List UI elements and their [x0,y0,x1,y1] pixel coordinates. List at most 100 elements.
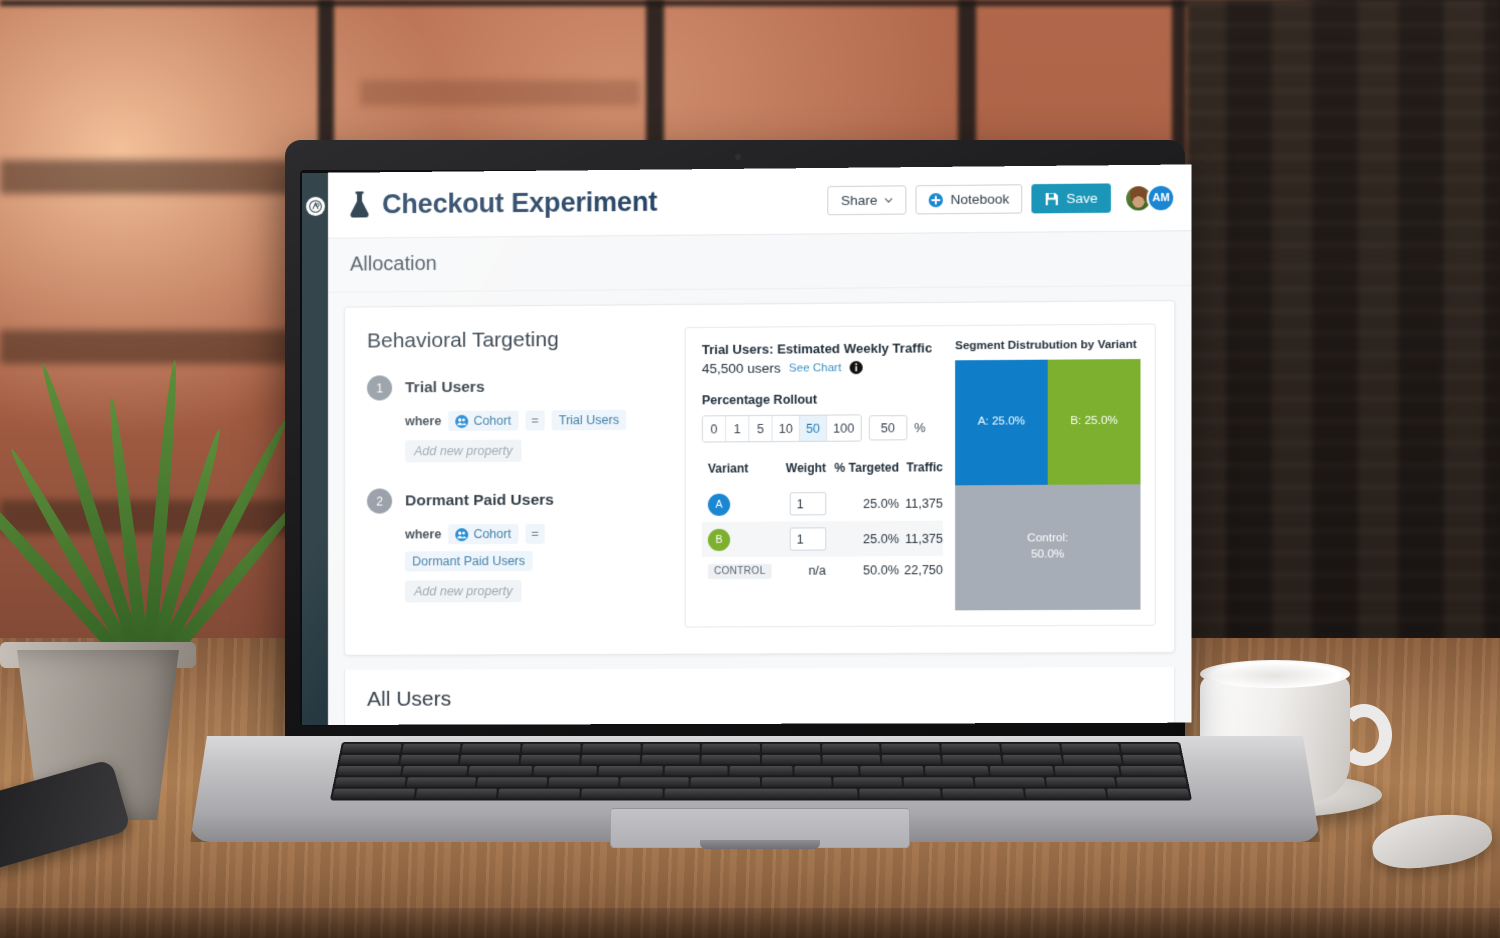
keyboard-key [903,777,974,787]
estimated-traffic-value: 45,500 users [701,360,781,377]
keyboard-key [663,788,859,799]
keyboard-key [399,754,460,765]
app-window: Checkout Experiment Share Notebook Save … [302,164,1192,726]
app-logo-icon[interactable] [305,196,325,216]
keyboard-key [701,754,761,765]
share-button[interactable]: Share [827,185,907,216]
condition-row: where [405,409,668,432]
variant-table: Variant Weight % Targeted Traffic A 1 25… [701,460,943,585]
laptop: Checkout Experiment Share Notebook Save … [190,140,1320,860]
rollout-preset-100[interactable]: 100 [827,415,861,441]
rollout-percent-input[interactable] [868,415,908,441]
rollout-preset-5[interactable]: 5 [749,415,773,442]
chart-title: Segment Distrubution by Variant [955,338,1137,353]
keyboard-key [477,777,548,787]
keyboard-key [762,777,832,787]
weight-input-a[interactable] [789,492,827,516]
variant-cell: B [701,521,781,558]
app-main: Checkout Experiment Share Notebook Save … [327,164,1192,725]
treemap-cell-b[interactable]: B: 25.0% [1047,358,1141,485]
keyboard-key [461,743,521,754]
keyboard-key [598,766,663,776]
keyboard-key [581,743,641,754]
page-title: Checkout Experiment [382,186,658,220]
targeted-cell: 25.0% [826,520,900,557]
condition-property-chip[interactable]: Cohort [448,523,519,545]
section-title: Allocation [350,252,437,276]
weight-input-b[interactable] [789,527,827,551]
keyboard-key [521,743,581,754]
traffic-cell: 11,375 [899,520,943,557]
keyboard-key [1060,743,1121,754]
flask-icon [348,191,371,218]
keyboard-key [415,788,498,799]
keyboard-key [334,777,406,787]
variant-table-body: A 25.0% 11,375 [701,485,943,585]
treemap-cell-control[interactable]: Control: 50.0% [955,484,1141,611]
keyboard-key [663,766,728,776]
keyboard-key [701,743,761,754]
keyboard-key [581,788,663,799]
condition-row: where [405,523,668,572]
avatar-group[interactable]: AM [1124,183,1176,213]
section-header: Allocation [327,231,1192,293]
condition-operator[interactable]: = [525,523,545,544]
weight-cell: n/a [808,563,827,578]
notebook-button[interactable]: Notebook [915,184,1023,215]
rollout-preset-10[interactable]: 10 [772,415,800,442]
rollout-preset-group[interactable]: 0 1 5 10 50 100 [701,414,862,443]
keyboard-key [498,788,580,799]
percentage-rollout-row: 0 1 5 10 50 100 % [701,414,943,443]
see-chart-link[interactable]: See Chart [789,362,841,374]
table-row: CONTROL n/a 50.0% 22,750 [702,556,943,585]
column-header-traffic: Traffic [906,460,943,475]
condition-value-chip[interactable]: Trial Users [551,409,627,431]
rollout-preset-0[interactable]: 0 [702,416,727,442]
keyboard [329,742,1193,801]
keyboard-key [332,788,415,799]
condition-property-chip[interactable]: Cohort [448,410,519,432]
keyboard-key [762,743,821,754]
keyboard-key [859,766,924,776]
weight-cell [781,486,827,521]
variant-badge-a: A [707,493,731,516]
table-row: A 25.0% 11,375 [702,485,943,522]
keyboard-key [1122,754,1183,765]
allocation-settings-panel: Trial Users: Estimated Weekly Traffic 45… [684,323,1156,628]
condition-property-label: Cohort [473,413,512,428]
keyboard-key [942,788,1024,799]
keyboard-key [729,766,793,776]
percentage-rollout-label: Percentage Rollout [701,392,818,408]
allocation-card: Behavioral Targeting 1 Trial Users where [344,300,1176,656]
keyboard-key [1062,754,1123,765]
treemap-control-line2: 50.0% [1031,548,1065,561]
keyboard-key [401,743,462,754]
add-new-property-button[interactable]: Add new property [405,439,522,463]
rollout-preset-1[interactable]: 1 [726,416,750,442]
keyboard-row [334,777,1188,787]
table-row: B 25.0% 11,375 [701,520,943,558]
traffic-cell: 11,375 [905,496,943,511]
rollout-preset-50[interactable]: 50 [799,415,828,441]
avatar[interactable]: AM [1146,183,1176,212]
keyboard-key [641,743,701,754]
estimated-traffic-row: 45,500 users See Chart [702,359,943,376]
save-button[interactable]: Save [1031,183,1111,214]
keyboard-key [1119,766,1185,776]
info-icon[interactable] [849,360,863,375]
estimated-traffic-heading: Trial Users: Estimated Weekly Traffic [701,340,933,358]
keyboard-key [1054,766,1120,776]
segment-distribution-chart: Segment Distrubution by Variant A: 25.0%… [955,338,1141,612]
keyboard-key [339,754,400,765]
condition-operator[interactable]: = [525,410,545,431]
allocation-controls: Trial Users: Estimated Weekly Traffic 45… [701,340,943,612]
page-title-group: Checkout Experiment [348,185,828,221]
keyboard-key [794,766,859,776]
add-new-property-button[interactable]: Add new property [405,580,522,603]
condition-value-chip[interactable]: Dormant Paid Users [405,550,533,572]
targeting-rule-name: Dormant Paid Users [405,491,554,509]
targeted-cell: 25.0% [863,496,900,511]
app-sidebar-rail[interactable] [302,172,328,725]
treemap-cell-a[interactable]: A: 25.0% [955,359,1048,486]
keyboard-key [882,754,942,765]
